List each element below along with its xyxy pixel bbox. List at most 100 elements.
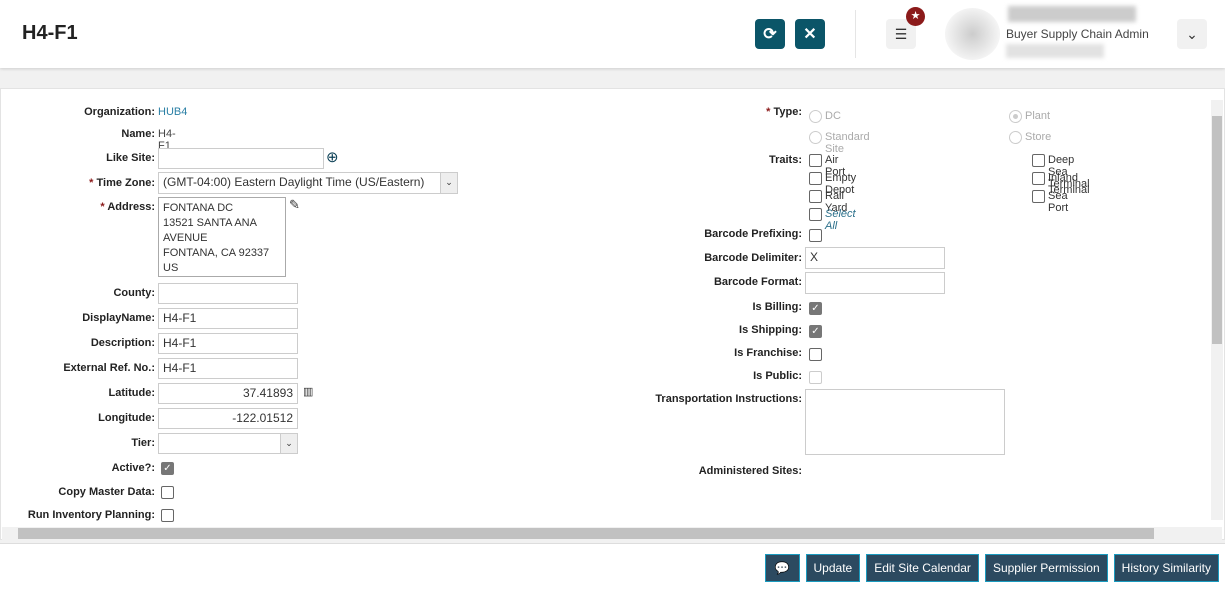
comments-button[interactable]: 💬 xyxy=(764,554,800,582)
county-label: County: xyxy=(113,287,155,299)
run-inventory-checkbox[interactable] xyxy=(161,509,174,522)
close-icon: ✕ xyxy=(803,26,817,43)
transport-textarea[interactable] xyxy=(805,389,1005,455)
horizontal-scroll-thumb[interactable] xyxy=(18,528,1154,539)
barcode-prefixing-checkbox[interactable] xyxy=(809,229,822,242)
trait-empty-depot-checkbox[interactable] xyxy=(809,172,822,185)
comments-icon: 💬 xyxy=(774,561,790,575)
latitude-label: Latitude: xyxy=(108,387,155,399)
user-dropdown-button[interactable]: ⌄ xyxy=(1177,19,1207,49)
active-label: Active?: xyxy=(111,462,155,474)
type-label: * Type: xyxy=(766,106,802,118)
time-zone-label: * Time Zone: xyxy=(89,177,155,189)
tier-select[interactable]: ⌄ xyxy=(158,433,298,454)
copy-master-label: Copy Master Data: xyxy=(58,486,155,498)
chevron-down-icon: ⌄ xyxy=(280,434,297,453)
vertical-scroll-thumb[interactable] xyxy=(1212,116,1222,344)
external-ref-input[interactable]: H4-F1 xyxy=(158,358,298,379)
edit-site-calendar-button[interactable]: Edit Site Calendar xyxy=(866,554,979,582)
address-line: FONTANA, CA 92337 xyxy=(163,247,270,259)
copy-master-checkbox[interactable] xyxy=(161,486,174,499)
supplier-permission-button[interactable]: Supplier Permission xyxy=(984,554,1108,582)
longitude-label: Longitude: xyxy=(98,412,155,424)
like-site-input[interactable] xyxy=(158,148,324,169)
select-all-label[interactable]: Select All xyxy=(825,208,856,232)
select-all-checkbox[interactable] xyxy=(809,208,822,221)
edit-icon[interactable]: ✎ xyxy=(289,197,300,213)
type-store-radio[interactable] xyxy=(1009,131,1022,144)
name-label: Name: xyxy=(121,128,155,140)
user-org-blurred xyxy=(1006,44,1104,58)
type-dc-label: DC xyxy=(825,110,841,122)
trait-inland-checkbox[interactable] xyxy=(1032,172,1045,185)
display-name-input[interactable]: H4-F1 xyxy=(158,308,298,329)
address-box[interactable]: FONTANA DC 13521 SANTA ANA AVENUE FONTAN… xyxy=(158,197,286,277)
barcode-format-label: Barcode Format: xyxy=(713,276,802,288)
transport-label: Transportation Instructions: xyxy=(655,393,802,405)
active-checkbox[interactable]: ✓ xyxy=(161,462,174,475)
horizontal-scrollbar[interactable] xyxy=(2,527,1222,540)
traits-label: Traits: xyxy=(768,154,802,166)
barcode-format-input[interactable] xyxy=(805,272,945,294)
address-line: AVENUE xyxy=(163,232,208,244)
page-title: H4-F1 xyxy=(22,22,78,44)
trait-deep-sea-checkbox[interactable] xyxy=(1032,154,1045,167)
refresh-button[interactable]: ⟳ xyxy=(755,19,785,49)
time-zone-select[interactable]: (GMT-04:00) Eastern Daylight Time (US/Ea… xyxy=(158,172,458,194)
barcode-prefixing-label: Barcode Prefixing: xyxy=(704,228,802,240)
star-badge-icon[interactable]: ★ xyxy=(906,7,925,26)
time-zone-value: (GMT-04:00) Eastern Daylight Time (US/Ea… xyxy=(163,175,425,189)
longitude-input[interactable]: -122.01512 xyxy=(158,408,298,429)
administered-sites-label: Administered Sites: xyxy=(698,465,802,477)
trait-rail-yard-checkbox[interactable] xyxy=(809,190,822,203)
type-standard-label: Standard Site xyxy=(825,131,870,155)
trait-label: Sea Port xyxy=(1048,190,1069,214)
user-role: Buyer Supply Chain Admin xyxy=(1006,27,1149,41)
organization-label: Organization: xyxy=(84,106,155,118)
site-form: Organization: HUB4 Name: H4-F1 Like Site… xyxy=(0,88,1225,540)
search-plus-icon[interactable]: ⊕ xyxy=(326,148,339,166)
divider xyxy=(855,10,856,58)
description-label: Description: xyxy=(90,337,155,349)
barcode-delimiter-label: Barcode Delimiter: xyxy=(704,252,802,264)
chevron-down-icon: ⌄ xyxy=(1186,25,1198,42)
type-plant-label: Plant xyxy=(1025,110,1051,122)
trait-sea-port-checkbox[interactable] xyxy=(1032,190,1045,203)
close-button[interactable]: ✕ xyxy=(795,19,825,49)
tier-label: Tier: xyxy=(131,437,155,449)
header: H4-F1 ⟳ ✕ ☰ ★ Buyer Supply Chain Admin ⌄ xyxy=(0,0,1225,68)
run-inventory-label: Run Inventory Planning: xyxy=(27,509,155,521)
menu-icon: ☰ xyxy=(894,25,908,42)
trait-air-port-checkbox[interactable] xyxy=(809,154,822,167)
chevron-down-icon: ⌄ xyxy=(440,173,457,193)
description-input[interactable]: H4-F1 xyxy=(158,333,298,354)
is-billing-checkbox[interactable]: ✓ xyxy=(809,302,822,315)
refresh-icon: ⟳ xyxy=(763,26,777,43)
address-label: * Address: xyxy=(100,201,155,213)
is-franchise-checkbox[interactable] xyxy=(809,348,822,361)
is-shipping-checkbox[interactable]: ✓ xyxy=(809,325,822,338)
latitude-input[interactable]: 37.41893 xyxy=(158,383,298,404)
history-similarity-button[interactable]: History Similarity xyxy=(1113,554,1219,582)
map-icon[interactable]: ▥ xyxy=(303,385,313,398)
address-line: US xyxy=(163,262,179,274)
is-franchise-label: Is Franchise: xyxy=(734,347,802,359)
footer-toolbar: 💬 Update Edit Site Calendar Supplier Per… xyxy=(0,543,1225,592)
type-dc-radio[interactable] xyxy=(809,110,822,123)
is-shipping-label: Is Shipping: xyxy=(739,324,802,336)
is-public-checkbox[interactable] xyxy=(809,371,822,384)
organization-value[interactable]: HUB4 xyxy=(158,106,187,118)
type-standard-radio[interactable] xyxy=(809,131,822,144)
update-button[interactable]: Update xyxy=(805,554,861,582)
type-plant-radio[interactable] xyxy=(1009,110,1022,123)
user-name-blurred xyxy=(1008,6,1136,22)
address-line: 13521 SANTA ANA xyxy=(163,217,257,229)
county-input[interactable] xyxy=(158,283,298,304)
external-ref-label: External Ref. No.: xyxy=(63,362,155,374)
vertical-scrollbar[interactable] xyxy=(1211,100,1223,520)
like-site-label: Like Site: xyxy=(106,152,155,164)
type-store-label: Store xyxy=(1025,131,1052,143)
avatar[interactable] xyxy=(945,8,1000,60)
is-public-label: Is Public: xyxy=(753,370,802,382)
barcode-delimiter-input[interactable]: X xyxy=(805,247,945,269)
